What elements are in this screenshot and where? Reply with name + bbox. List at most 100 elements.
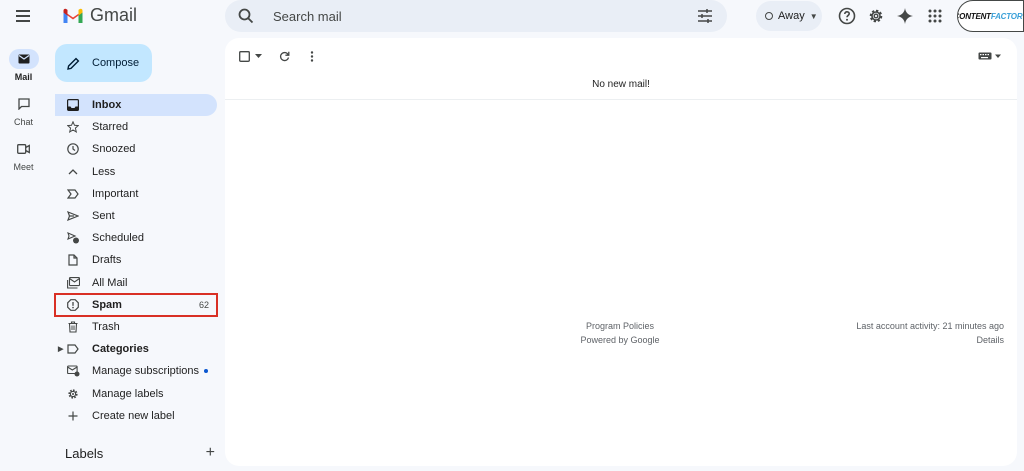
nav-label: Scheduled xyxy=(92,232,144,245)
search-input[interactable] xyxy=(273,8,673,24)
nav-label: Less xyxy=(92,165,116,178)
nav-item-manage-subscriptions[interactable]: Manage subscriptions xyxy=(55,360,217,382)
status-label: Away xyxy=(778,10,805,22)
chevron-up-icon xyxy=(68,168,78,175)
scheduled-send-icon xyxy=(66,232,79,244)
nav-item-starred[interactable]: Starred xyxy=(55,116,217,138)
divider xyxy=(225,99,1017,100)
chat-icon xyxy=(17,98,30,110)
account-avatar[interactable]: CONTENT FACTORY xyxy=(957,0,1024,32)
app-name: Gmail xyxy=(90,5,138,25)
nav-item-all-mail[interactable]: All Mail xyxy=(55,272,217,294)
nav-label: Inbox xyxy=(92,99,122,112)
nav-item-scheduled[interactable]: Scheduled xyxy=(55,227,217,249)
add-label-button[interactable]: + xyxy=(206,444,215,462)
refresh-icon xyxy=(279,51,289,61)
nav-label: Manage labels xyxy=(92,387,164,400)
nav-label: Create new label xyxy=(92,409,175,422)
settings-gear-icon[interactable] xyxy=(867,7,885,25)
program-policies-link[interactable]: Program Policies xyxy=(570,319,670,333)
last-activity-text: Last account activity: 21 minutes ago xyxy=(856,321,1004,331)
nav-label: All Mail xyxy=(92,276,128,289)
nav-label: Important xyxy=(92,187,139,200)
nav-label: Sent xyxy=(92,210,115,223)
nav-label: Categories xyxy=(92,343,149,356)
account-activity: Last account activity: 21 minutes ago De… xyxy=(856,319,1004,347)
nav-item-less[interactable]: Less xyxy=(55,161,217,183)
footer-links: Program Policies Powered by Google xyxy=(570,319,670,347)
mail-list-panel: No new mail! Program Policies Powered by… xyxy=(225,38,1017,466)
nav-label: Spam xyxy=(92,298,122,311)
search-icon[interactable] xyxy=(237,7,255,25)
new-indicator-dot xyxy=(204,369,208,374)
search-options-icon[interactable] xyxy=(697,8,713,24)
nav-item-inbox[interactable]: Inbox xyxy=(55,94,217,117)
rail-label: Meet xyxy=(13,162,34,172)
send-icon xyxy=(67,211,79,222)
nav-item-trash[interactable]: Trash xyxy=(55,316,217,338)
nav-item-manage-labels[interactable]: Manage labels xyxy=(55,382,217,404)
checkbox-icon xyxy=(238,50,250,62)
mail-icon xyxy=(18,54,29,64)
nav-item-important[interactable]: Important xyxy=(55,183,217,205)
report-spam-icon xyxy=(67,298,79,311)
compose-label: Compose xyxy=(92,57,140,69)
folder-list: Inbox Starred Snoozed Less Important Sen… xyxy=(54,94,218,427)
keyboard-icon xyxy=(978,52,1001,60)
more-options-button[interactable] xyxy=(305,49,319,63)
app-rail: Mail Chat Meet xyxy=(0,40,47,175)
rail-label: Mail xyxy=(14,72,33,82)
chevron-down-icon: ▼ xyxy=(809,11,818,21)
caret-down-icon xyxy=(254,54,262,58)
nav-item-sent[interactable]: Sent xyxy=(55,205,217,227)
nav-item-drafts[interactable]: Drafts xyxy=(55,249,217,271)
nav-item-categories[interactable]: ▶ Categories xyxy=(55,338,217,360)
nav-item-spam[interactable]: Spam 62 xyxy=(54,292,218,317)
nav-label: Drafts xyxy=(92,254,122,267)
select-dropdown-arrow[interactable] xyxy=(251,49,265,63)
settings-gear-icon xyxy=(68,388,78,399)
apps-grid-icon[interactable] xyxy=(926,7,944,25)
expand-arrow-icon[interactable]: ▶ xyxy=(58,345,63,353)
labels-section-header: Labels + xyxy=(65,444,215,462)
details-link[interactable]: Details xyxy=(856,333,1004,347)
nav-label: Trash xyxy=(92,320,120,333)
inbox-icon xyxy=(67,99,79,112)
gmail-m-icon xyxy=(63,8,83,23)
search-bar[interactable] xyxy=(225,0,727,32)
input-tools-button[interactable] xyxy=(977,49,1003,63)
spam-count-badge: 62 xyxy=(198,299,209,310)
nav-item-snoozed[interactable]: Snoozed xyxy=(55,138,217,160)
mail-toolbar xyxy=(225,38,1017,72)
brand-text-2: FACTORY xyxy=(990,11,1024,21)
label-icon xyxy=(67,344,79,354)
status-ring-icon xyxy=(765,12,773,20)
refresh-button[interactable] xyxy=(277,49,291,63)
star-icon xyxy=(67,121,79,134)
powered-by-text: Powered by Google xyxy=(580,335,660,345)
draft-file-icon xyxy=(68,254,78,267)
brand-text-1: CONTENT xyxy=(957,11,991,21)
important-label-icon xyxy=(67,189,79,199)
empty-state-message: No new mail! xyxy=(592,79,650,90)
help-icon[interactable] xyxy=(838,7,856,25)
video-camera-icon xyxy=(17,144,30,154)
gemini-sparkle-icon[interactable] xyxy=(896,7,914,25)
rail-item-chat[interactable]: Chat xyxy=(0,85,47,130)
pencil-icon xyxy=(67,57,80,70)
main-menu-icon[interactable] xyxy=(11,5,35,27)
all-mail-icon xyxy=(66,276,80,289)
gmail-logo[interactable]: Gmail xyxy=(62,5,137,26)
rail-item-meet[interactable]: Meet xyxy=(0,130,47,175)
plus-icon xyxy=(68,411,78,421)
status-dropdown[interactable]: Away ▼ xyxy=(756,1,822,31)
nav-item-create-label[interactable]: Create new label xyxy=(55,405,217,427)
labels-title: Labels xyxy=(65,445,104,461)
select-all-checkbox[interactable] xyxy=(237,49,251,63)
rail-item-mail[interactable]: Mail xyxy=(0,40,47,85)
subscriptions-icon xyxy=(66,365,79,377)
top-bar: Gmail Away ▼ xyxy=(0,0,1024,33)
rail-label: Chat xyxy=(13,117,33,127)
compose-button[interactable]: Compose xyxy=(55,44,152,82)
more-vertical-icon xyxy=(310,50,314,62)
